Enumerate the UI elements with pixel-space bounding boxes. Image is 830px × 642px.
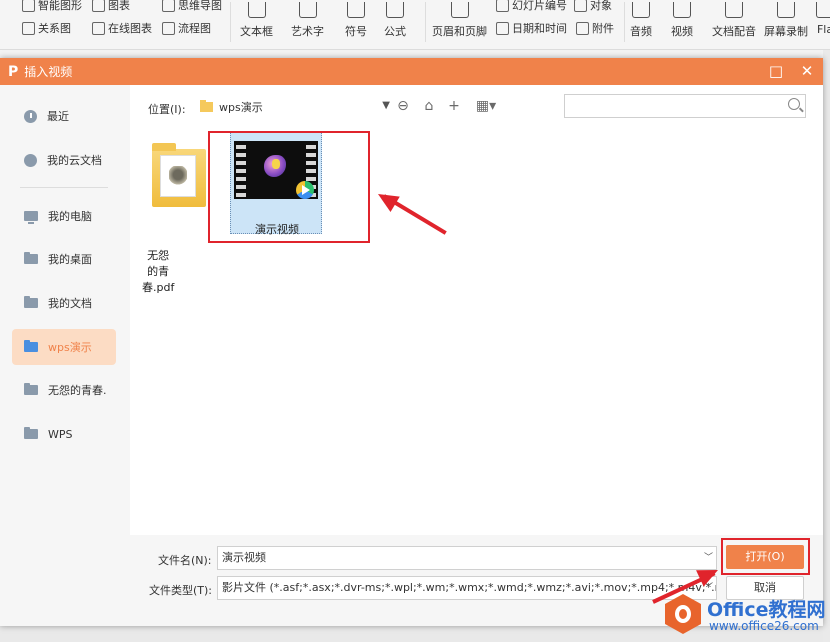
symbol-icon	[347, 2, 365, 18]
cloud-icon	[24, 153, 37, 167]
online-chart-button[interactable]: 在线图表	[92, 20, 152, 36]
object-button[interactable]: 对象	[574, 0, 612, 13]
microphone-icon	[725, 2, 743, 18]
monitor-icon	[24, 211, 38, 224]
paperclip-icon	[576, 21, 589, 35]
filename-label: 文件名(N):	[158, 554, 212, 567]
dialog-titlebar: P 插入视频 □ ✕	[0, 58, 823, 85]
slide-number-icon	[496, 0, 509, 12]
date-time-button[interactable]: 日期和时间	[496, 20, 567, 36]
clock-icon	[24, 109, 37, 123]
sidebar-item-computer[interactable]: 我的电脑	[12, 198, 116, 234]
ribbon-divider	[230, 2, 231, 42]
sidebar-item-recent[interactable]: 最近	[12, 98, 116, 134]
insert-video-dialog: P 插入视频 □ ✕ 最近 我的云文档 我的电脑 我的桌面 我的文档 wps演示…	[0, 58, 823, 626]
location-label: 位置(I):	[148, 103, 186, 116]
relation-icon	[22, 21, 35, 35]
flowchart-icon	[162, 21, 175, 35]
header-footer-icon	[450, 2, 469, 18]
search-icon	[788, 98, 800, 110]
location-select[interactable]: wps演示 ▼	[200, 95, 390, 119]
online-chart-icon	[92, 21, 105, 35]
slide-number-button[interactable]: 幻灯片编号	[496, 0, 567, 13]
textbox-button[interactable]: 文本框	[240, 2, 273, 39]
sidebar-item-youth[interactable]: 无怨的青春.	[12, 372, 116, 408]
smart-graphic-button[interactable]: 智能图形	[22, 0, 82, 13]
screen-record-button[interactable]: 屏幕录制	[764, 2, 808, 39]
chart-button[interactable]: 图表	[92, 0, 130, 13]
dubbing-button[interactable]: 文档配音	[712, 2, 756, 39]
ribbon-divider	[624, 2, 625, 42]
object-icon	[574, 0, 587, 12]
video-icon	[673, 2, 691, 18]
close-icon[interactable]: ✕	[797, 62, 817, 80]
folder-icon	[24, 340, 38, 352]
formula-button[interactable]: 公式	[384, 2, 406, 39]
background-panel	[823, 50, 830, 642]
header-footer-button[interactable]: 页眉和页脚	[432, 2, 487, 39]
sidebar-item-wps-presentation[interactable]: wps演示	[12, 329, 116, 365]
filename-input[interactable]: 演示视频 ﹀	[217, 546, 717, 570]
maximize-icon[interactable]: □	[766, 62, 786, 80]
arrow-head-icon	[373, 186, 400, 213]
highlight-box-video	[208, 131, 370, 243]
highlight-box-open	[721, 538, 810, 575]
formula-icon	[386, 2, 404, 18]
folder-icon	[24, 296, 38, 308]
view-mode-icon[interactable]: ▦▾	[474, 98, 498, 114]
search-input[interactable]	[564, 94, 806, 118]
smart-graphic-icon	[22, 0, 35, 12]
folder-icon	[200, 100, 213, 112]
file-name: 无怨的青春.pdf	[142, 249, 175, 294]
screen-record-icon	[777, 2, 795, 18]
back-icon[interactable]: ⊖	[395, 98, 411, 114]
ribbon-toolbar: 智能图形 图表 思维导图 关系图 在线图表 流程图 文本框 艺术字 符号 公式 …	[0, 0, 830, 50]
wordart-icon	[298, 2, 317, 18]
places-sidebar: 最近 我的云文档 我的电脑 我的桌面 我的文档 wps演示 无怨的青春. WPS	[0, 85, 130, 626]
attachment-button[interactable]: 附件	[576, 20, 614, 36]
chart-icon	[92, 0, 105, 12]
flash-icon	[816, 2, 830, 18]
chevron-down-icon: ▼	[382, 100, 390, 111]
mindmap-button[interactable]: 思维导图	[162, 0, 222, 13]
video-button[interactable]: 视频	[671, 2, 693, 39]
ribbon-divider	[425, 2, 426, 42]
up-folder-icon[interactable]: ⌂	[421, 98, 437, 114]
mindmap-icon	[162, 0, 175, 12]
dialog-title: 插入视频	[24, 65, 73, 79]
flash-button[interactable]: Fla	[816, 2, 830, 36]
watermark-url: www.office26.com	[709, 619, 819, 633]
folder-icon	[24, 252, 38, 264]
watermark-title: Office教程网	[707, 599, 826, 621]
sidebar-item-wps[interactable]: WPS	[12, 416, 116, 452]
filetype-select[interactable]: 影片文件 (*.asf;*.asx;*.dvr-ms;*.wpl;*.wm;*.…	[217, 576, 717, 600]
wps-logo-icon: P	[8, 63, 19, 80]
office-logo-icon	[665, 594, 701, 634]
filetype-label: 文件类型(T):	[149, 584, 213, 597]
folder-icon	[24, 427, 38, 439]
audio-icon	[632, 2, 650, 18]
relation-chart-button[interactable]: 关系图	[22, 20, 71, 36]
flowchart-button[interactable]: 流程图	[162, 20, 211, 36]
sidebar-item-cloud[interactable]: 我的云文档	[12, 142, 116, 178]
sidebar-divider	[20, 187, 108, 188]
calendar-icon	[496, 21, 509, 35]
wordart-button[interactable]: 艺术字	[291, 2, 324, 39]
folder-icon	[24, 383, 38, 395]
textbox-icon	[247, 2, 266, 18]
symbol-button[interactable]: 符号	[345, 2, 367, 39]
watermark: Office教程网 www.office26.com	[665, 592, 830, 638]
audio-button[interactable]: 音频	[630, 2, 652, 39]
sidebar-item-documents[interactable]: 我的文档	[12, 285, 116, 321]
pdf-folder-icon	[150, 135, 208, 207]
sidebar-item-desktop[interactable]: 我的桌面	[12, 241, 116, 277]
new-folder-icon[interactable]: +	[446, 98, 462, 114]
